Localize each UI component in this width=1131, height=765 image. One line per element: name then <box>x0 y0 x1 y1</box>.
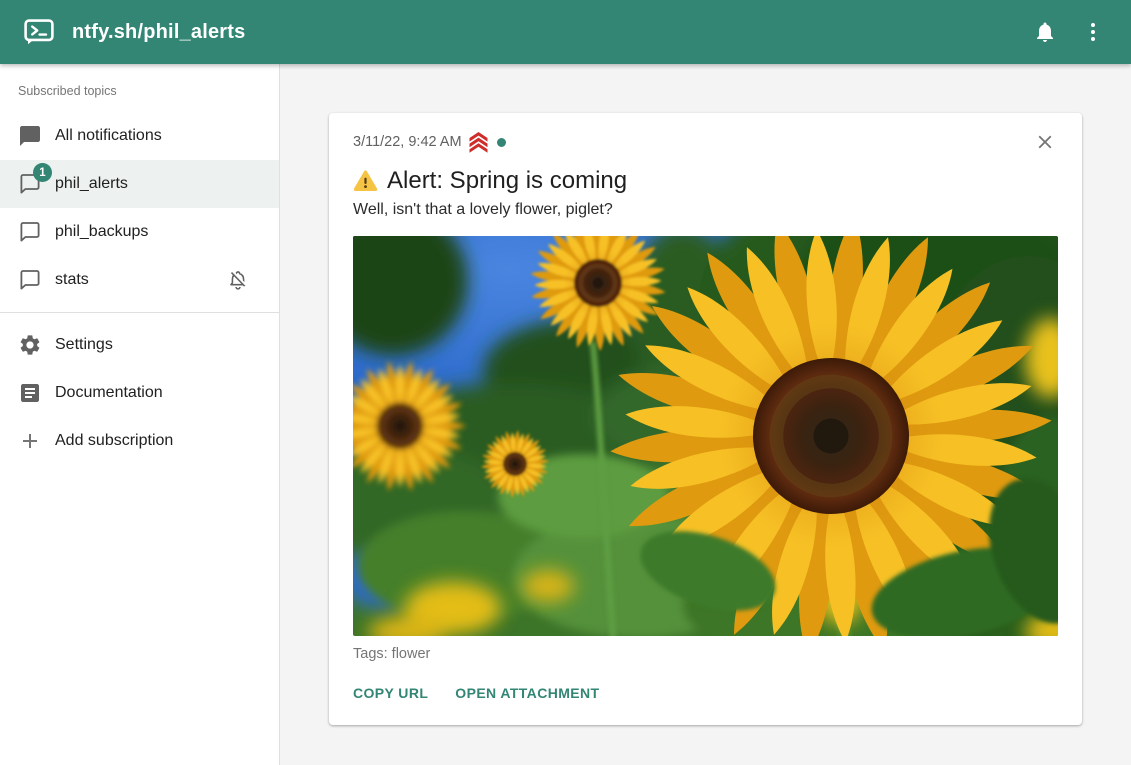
sidebar-item-label: phil_backups <box>55 223 148 241</box>
overflow-menu-button[interactable] <box>1069 8 1117 56</box>
bell-icon <box>1033 20 1057 44</box>
sidebar-item-documentation[interactable]: Documentation <box>0 369 279 417</box>
chat-bubble-outline-icon <box>18 268 42 292</box>
open-attachment-button[interactable]: OPEN ATTACHMENT <box>455 685 599 701</box>
notifications-muted-icon <box>227 269 249 291</box>
ntfy-logo-icon <box>24 19 54 45</box>
sidebar: Subscribed topics All notifications 1 ph… <box>0 64 280 765</box>
sidebar-item-label: All notifications <box>55 127 162 145</box>
notification-card: 3/11/22, 9:42 AM Alert: Spring is coming <box>329 113 1082 725</box>
attachment-image[interactable] <box>353 236 1058 636</box>
notification-header: 3/11/22, 9:42 AM <box>353 129 1058 155</box>
chat-bubble-filled-icon <box>18 124 42 148</box>
warning-emoji-icon <box>353 169 378 193</box>
notification-title: Alert: Spring is coming <box>387 166 627 196</box>
card-actions: COPY URL OPEN ATTACHMENT <box>353 685 1058 701</box>
plus-icon <box>18 429 42 453</box>
close-notification-button[interactable] <box>1032 129 1058 155</box>
sidebar-item-label: Add subscription <box>55 432 173 450</box>
sidebar-item-phil-alerts[interactable]: 1 phil_alerts <box>0 160 279 208</box>
chat-bubble-outline-icon <box>18 220 42 244</box>
sidebar-item-all-notifications[interactable]: All notifications <box>0 112 279 160</box>
main-content: 3/11/22, 9:42 AM Alert: Spring is coming <box>280 64 1131 765</box>
notification-title-row: Alert: Spring is coming <box>353 166 1058 196</box>
gear-icon <box>18 333 42 357</box>
subscribed-topics-label: Subscribed topics <box>0 84 279 112</box>
app-bar: ntfy.sh/phil_alerts <box>0 0 1131 64</box>
sidebar-item-add-subscription[interactable]: Add subscription <box>0 417 279 465</box>
sidebar-divider <box>0 312 279 313</box>
sidebar-item-phil-backups[interactable]: phil_backups <box>0 208 279 256</box>
sidebar-item-label: Documentation <box>55 384 163 402</box>
kebab-menu-icon <box>1081 20 1105 44</box>
tags-text: Tags: flower <box>353 646 1058 662</box>
sidebar-item-label: phil_alerts <box>55 175 128 193</box>
notifications-bell-button[interactable] <box>1021 8 1069 56</box>
article-icon <box>18 381 42 405</box>
chat-bubble-outline-icon: 1 <box>18 172 42 196</box>
sidebar-item-label: stats <box>55 271 89 289</box>
close-icon <box>1034 131 1056 153</box>
sidebar-item-stats[interactable]: stats <box>0 256 279 304</box>
sidebar-item-settings[interactable]: Settings <box>0 321 279 369</box>
unread-dot <box>497 138 506 147</box>
notification-body: Well, isn't that a lovely flower, piglet… <box>353 201 1058 219</box>
copy-url-button[interactable]: COPY URL <box>353 685 428 701</box>
unread-count-badge: 1 <box>33 163 52 182</box>
sunflower-photo <box>353 236 1058 636</box>
timestamp: 3/11/22, 9:42 AM <box>353 134 462 150</box>
priority-max-icon <box>469 132 488 153</box>
page-title: ntfy.sh/phil_alerts <box>72 21 245 44</box>
sidebar-item-label: Settings <box>55 336 113 354</box>
